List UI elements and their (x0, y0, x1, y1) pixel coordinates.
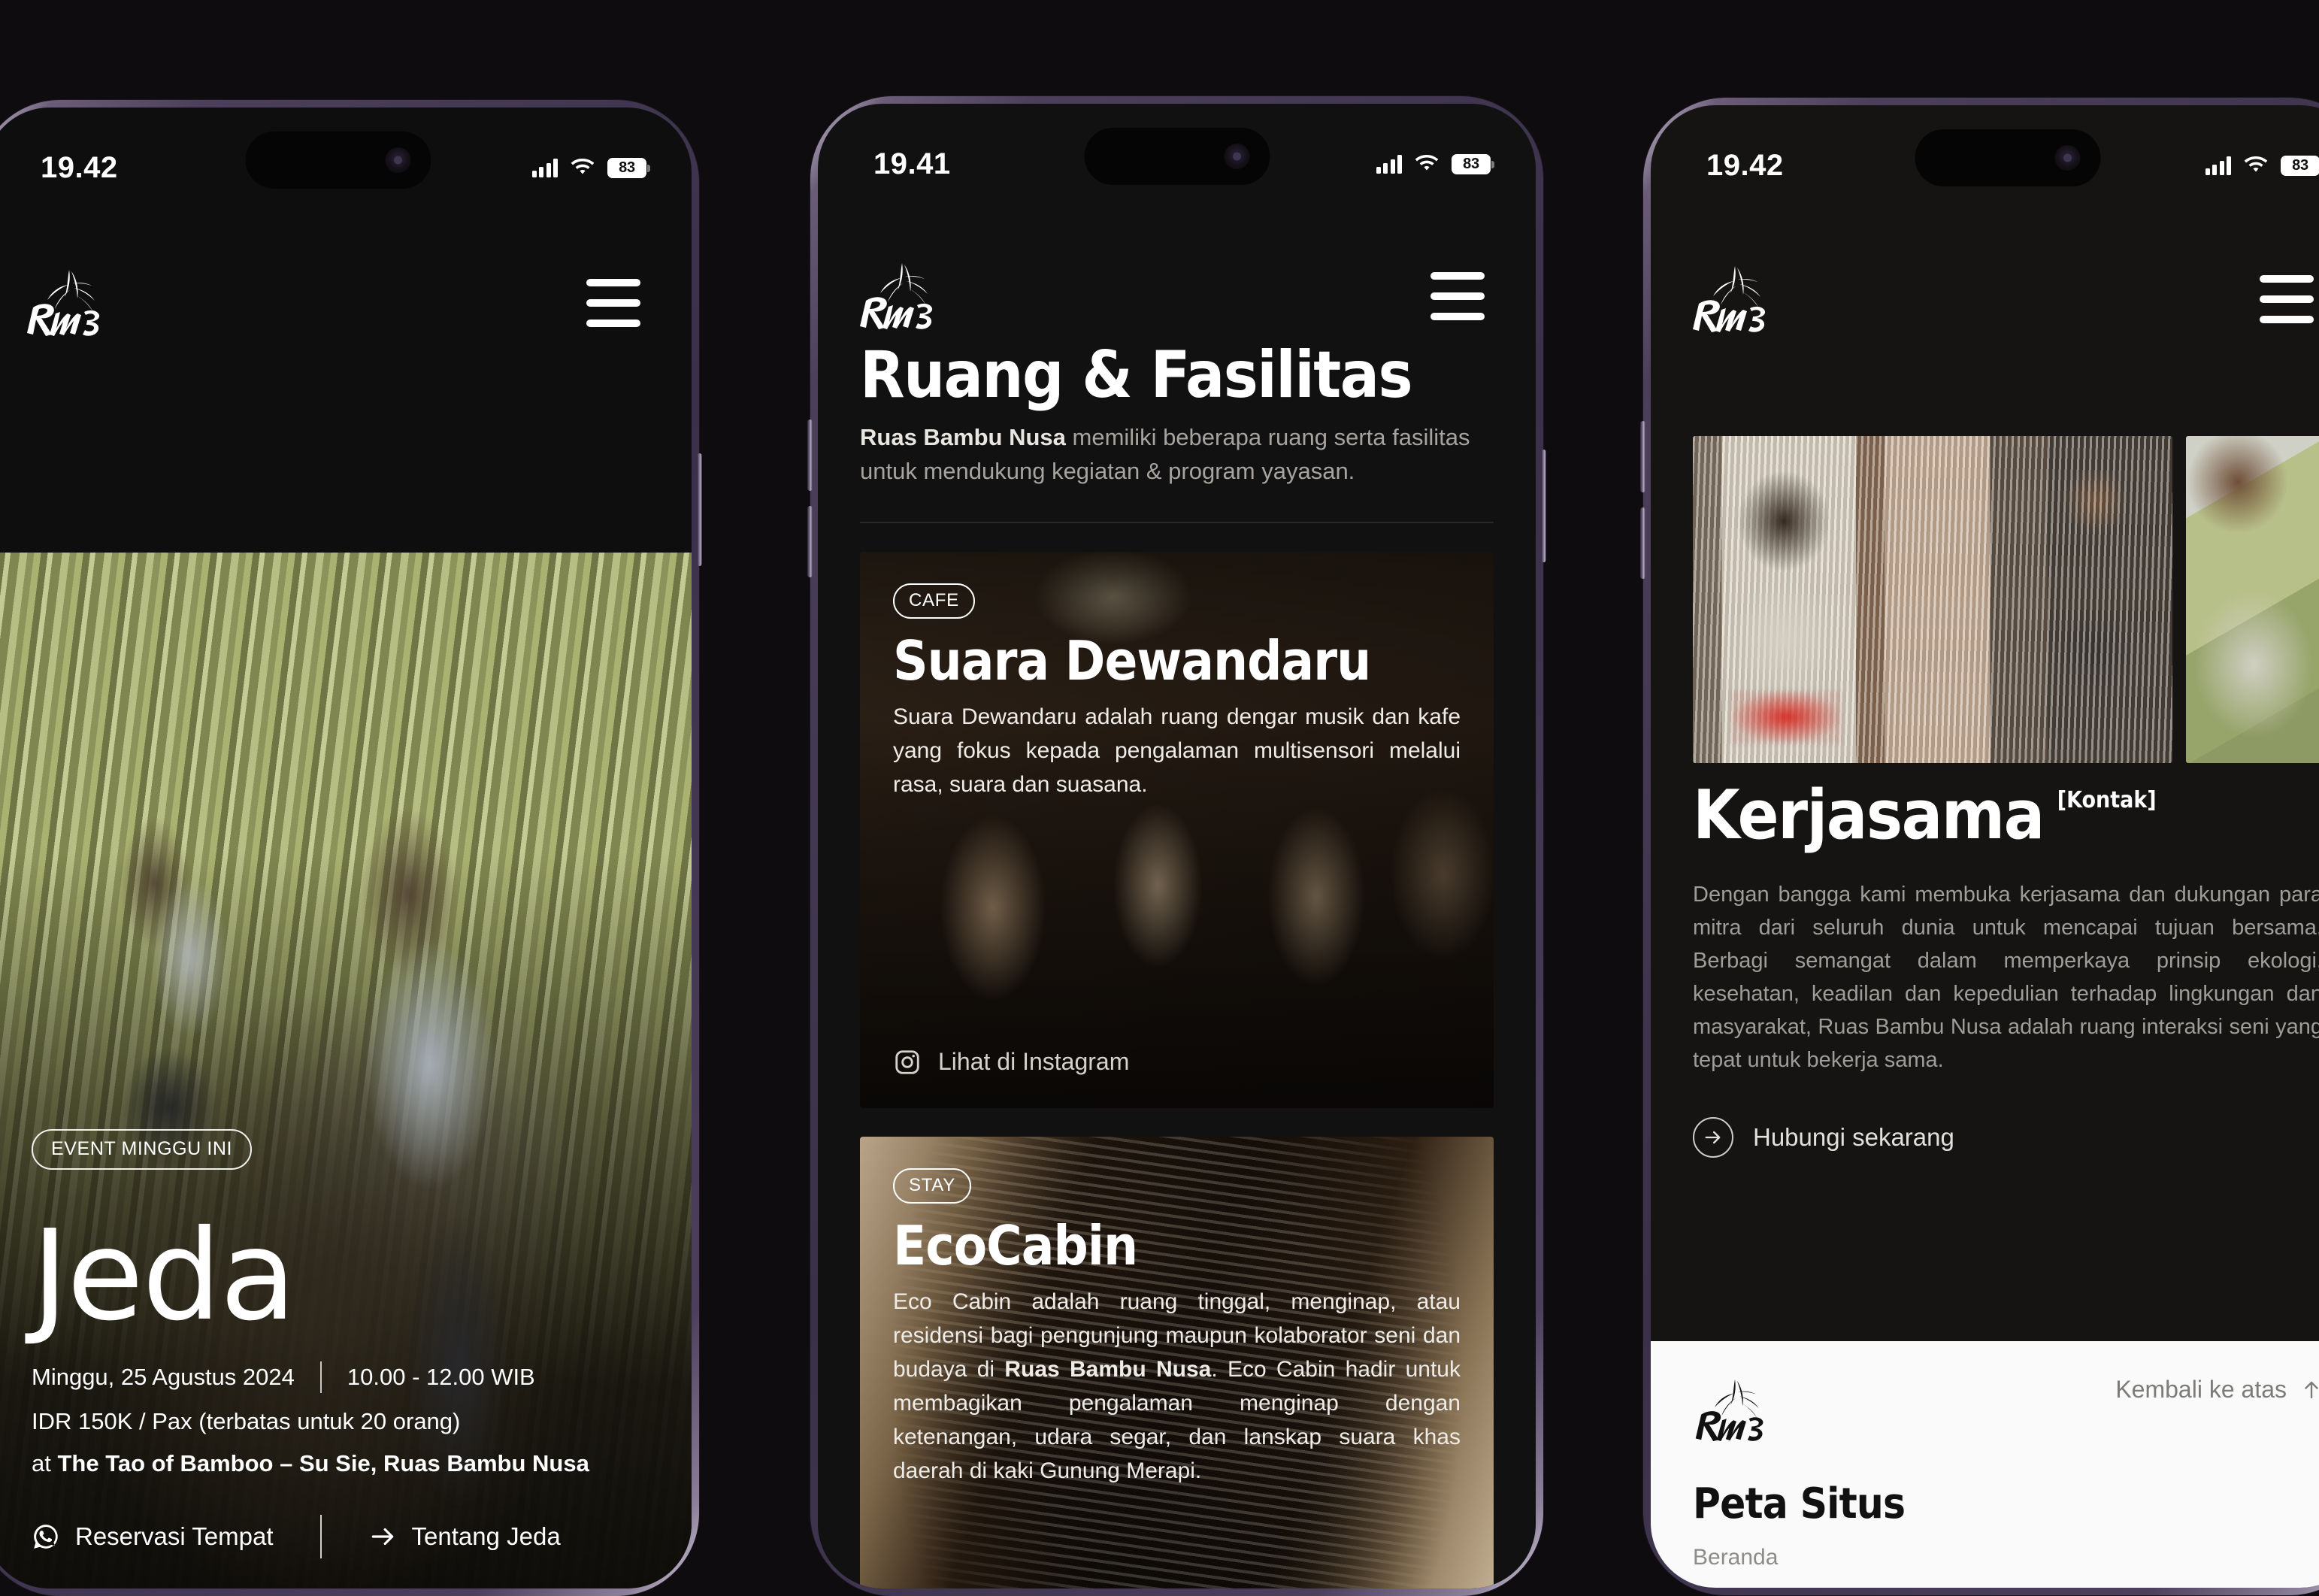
status-time: 19.42 (1706, 148, 1784, 182)
ruas-logo[interactable] (857, 260, 970, 332)
volume-down-button[interactable] (1640, 507, 1645, 579)
gallery-image-reading-outdoors[interactable] (2186, 436, 2319, 763)
sitemap-item-beranda[interactable]: Beranda (1693, 1545, 2319, 1570)
volume-up-button[interactable] (1640, 421, 1645, 492)
page-body: Kerjasama [Kontak] Dengan bangga kami me… (1651, 782, 2319, 1158)
hero-date: Minggu, 25 Agustus 2024 (32, 1363, 295, 1390)
page-title-row: Kerjasama [Kontak] (1693, 782, 2319, 849)
front-camera-icon (385, 147, 411, 173)
red-accent-overlay (1731, 691, 1842, 743)
hubungi-sekarang-button[interactable]: Hubungi sekarang (1693, 1117, 2319, 1158)
battery-level: 83 (2292, 156, 2308, 174)
hero-banner: EVENT MINGGU INI Jeda Minggu, 25 Agustus… (0, 553, 692, 1588)
card-heading-cafe: Suara Dewandaru (893, 628, 1371, 692)
event-badge: EVENT MINGGU INI (32, 1128, 253, 1170)
dynamic-island (1915, 129, 2101, 186)
page-body-text: Dengan bangga kami membuka kerjasama dan… (1693, 883, 2319, 1073)
whatsapp-icon (34, 1525, 58, 1549)
instagram-icon (895, 1050, 919, 1074)
phone-1: 19.42 83 EVENT MINGGU INI Jeda Minggu, 2… (0, 100, 702, 1596)
ruas-logo[interactable] (1690, 263, 1803, 335)
instagram-link-label: Lihat di Instagram (938, 1048, 1130, 1076)
battery-icon: 83 (2281, 155, 2319, 176)
hamburger-menu-icon[interactable] (586, 279, 640, 327)
hero-time: 10.00 - 12.00 WIB (347, 1363, 535, 1390)
card-tag-cafe: CAFE (893, 583, 975, 619)
instagram-link[interactable]: Lihat di Instagram (893, 1048, 1129, 1077)
cellular-signal-icon (531, 158, 558, 177)
facility-card-stay[interactable]: STAY EcoCabin Eco Cabin adalah ruang tin… (860, 1136, 1494, 1588)
hamburger-menu-icon[interactable] (1430, 272, 1485, 320)
wifi-icon (1415, 155, 1439, 173)
hero-title: Jeda (32, 1203, 296, 1349)
reservasi-tempat-button[interactable]: Reservasi Tempat (32, 1522, 274, 1551)
volume-down-button[interactable] (807, 506, 813, 577)
site-footer: Kembali ke atas Peta Situs Beranda (1651, 1341, 2319, 1588)
phone-3-screen: 19.42 83 Kerjasama [Kontak] Dengan bangg… (1651, 105, 2319, 1588)
kontak-superscript: [Kontak] (2057, 787, 2157, 813)
power-button[interactable] (1541, 450, 1546, 562)
wifi-icon (2244, 156, 2268, 174)
site-header (1651, 254, 2319, 344)
hero-datetime: Minggu, 25 Agustus 2024 10.00 - 12.00 WI… (32, 1361, 645, 1393)
hubungi-sekarang-label: Hubungi sekarang (1753, 1123, 1954, 1152)
volume-up-button[interactable] (807, 419, 813, 491)
tentang-jeda-label: Tentang Jeda (411, 1522, 561, 1550)
image-gallery[interactable] (1651, 436, 2319, 763)
battery-icon: 83 (607, 157, 650, 178)
front-camera-icon (2054, 145, 2081, 171)
arrow-up-icon (2305, 1381, 2318, 1398)
phone-3: 19.42 83 Kerjasama [Kontak] Dengan bangg… (1640, 98, 2319, 1595)
card-body-cafe: Suara Dewandaru adalah ruang dengar musi… (893, 704, 1461, 797)
phone-2: 19.41 83 Ruang & Fasilitas Ruas Bambu Nu… (807, 96, 1546, 1596)
site-header (0, 258, 692, 348)
reservasi-tempat-label: Reservasi Tempat (75, 1522, 274, 1550)
arrow-right-circle-icon (1693, 1117, 1733, 1158)
arrow-right-icon (371, 1528, 393, 1546)
card-body-stay: Eco Cabin adalah ruang tinggal, menginap… (893, 1289, 1461, 1483)
status-time: 19.41 (873, 147, 951, 180)
page-title: Ruang & Fasilitas (860, 338, 1413, 413)
divider (319, 1361, 322, 1393)
battery-level: 83 (1463, 155, 1479, 172)
site-header (818, 251, 1536, 341)
dynamic-island (1084, 128, 1270, 185)
wifi-icon (571, 159, 595, 177)
hero-price: IDR 150K / Pax (terbatas untuk 20 orang) (32, 1408, 461, 1434)
gallery-image-vinyl-store[interactable] (1693, 436, 2172, 763)
battery-level: 83 (619, 159, 635, 176)
cellular-signal-icon (2205, 156, 2231, 175)
front-camera-icon (1224, 144, 1249, 169)
ruas-logo-dark[interactable] (1693, 1376, 1798, 1445)
cellular-signal-icon (1376, 154, 1402, 174)
section-divider (860, 521, 1494, 523)
page-title: Kerjasama (1693, 776, 2045, 855)
phone-2-screen: 19.41 83 Ruang & Fasilitas Ruas Bambu Nu… (818, 104, 1536, 1588)
facility-card-cafe[interactable]: CAFE Suara Dewandaru Suara Dewandaru ada… (860, 551, 1494, 1108)
battery-icon: 83 (1452, 153, 1494, 174)
power-button[interactable] (697, 453, 702, 566)
ruas-logo[interactable] (24, 267, 137, 339)
tentang-jeda-button[interactable]: Tentang Jeda (368, 1522, 561, 1551)
card-heading-stay: EcoCabin (893, 1213, 1138, 1277)
page-body: Ruang & Fasilitas Ruas Bambu Nusa memili… (818, 343, 1536, 1588)
page-subtitle: Ruas Bambu Nusa memiliki beberapa ruang … (860, 424, 1470, 484)
status-time: 19.42 (41, 150, 118, 184)
back-to-top-label: Kembali ke atas (2115, 1376, 2287, 1403)
dynamic-island (245, 132, 431, 189)
back-to-top-button[interactable]: Kembali ke atas (2115, 1376, 2319, 1404)
phone-1-screen: 19.42 83 EVENT MINGGU INI Jeda Minggu, 2… (0, 108, 692, 1588)
divider (319, 1515, 322, 1558)
hero-actions: Reservasi Tempat Tentang Jeda (32, 1515, 645, 1558)
hero-content: EVENT MINGGU INI Jeda Minggu, 25 Agustus… (0, 1128, 692, 1558)
card-tag-stay: STAY (893, 1167, 971, 1204)
hero-venue: at The Tao of Bamboo – Su Sie, Ruas Bamb… (32, 1450, 589, 1476)
sitemap-title: Peta Situs (1693, 1479, 1906, 1528)
hamburger-menu-icon[interactable] (2260, 275, 2314, 323)
